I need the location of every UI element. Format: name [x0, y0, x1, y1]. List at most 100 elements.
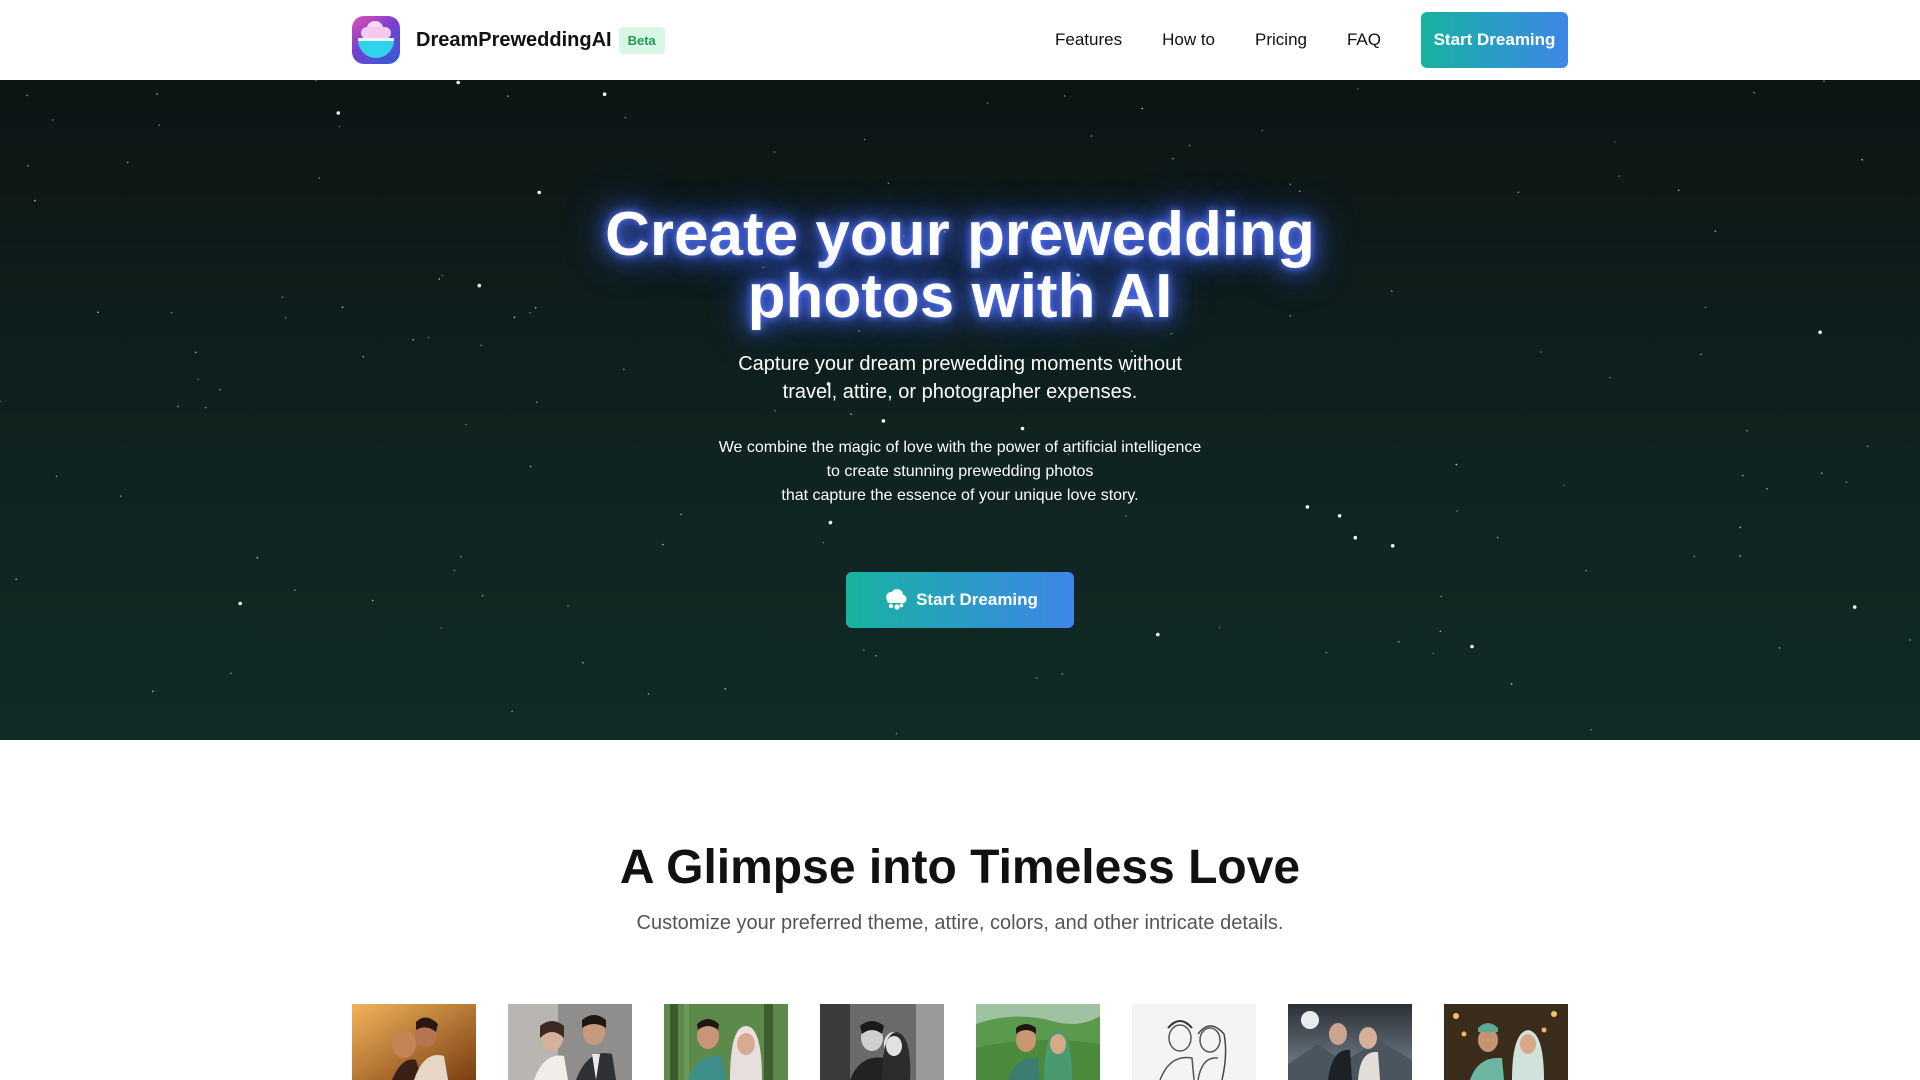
star — [1861, 158, 1863, 161]
star — [480, 344, 483, 347]
star — [1496, 536, 1499, 539]
star — [567, 605, 569, 607]
star — [1391, 290, 1393, 292]
star — [27, 165, 29, 167]
star — [441, 274, 444, 277]
star — [1618, 175, 1620, 177]
nav-link-pricing[interactable]: Pricing — [1255, 30, 1307, 50]
star — [1289, 183, 1291, 186]
star — [256, 557, 259, 559]
star — [1170, 332, 1173, 335]
hero-subtitle-line2: travel, attire, or photographer expenses… — [782, 381, 1138, 403]
star — [336, 111, 341, 115]
star — [281, 296, 284, 298]
moon-couple-photo[interactable] — [1288, 1004, 1412, 1080]
star — [881, 419, 886, 423]
star — [1125, 515, 1127, 517]
star — [318, 177, 321, 179]
star — [529, 465, 532, 468]
star — [1325, 651, 1328, 654]
sketch-couple-photo[interactable] — [1132, 1004, 1256, 1080]
star — [1261, 129, 1264, 132]
star — [1693, 555, 1696, 558]
bw-couple-photo[interactable] — [820, 1004, 944, 1080]
navbar-container: DreamPreweddingAI Beta Features How to P… — [352, 0, 1568, 80]
star — [1823, 80, 1825, 82]
star — [1585, 569, 1587, 572]
nav-link-how-to[interactable]: How to — [1162, 30, 1215, 50]
tea-field-couple-photo[interactable] — [976, 1004, 1100, 1080]
nav-link-features[interactable]: Features — [1055, 30, 1122, 50]
star — [529, 312, 531, 314]
star — [1852, 605, 1857, 609]
star — [1470, 644, 1474, 649]
star — [624, 116, 626, 119]
star — [822, 541, 825, 544]
brand-logo-icon[interactable] — [352, 16, 400, 64]
star — [582, 662, 584, 664]
star — [1510, 683, 1513, 685]
star — [1020, 426, 1025, 431]
star — [1714, 230, 1717, 232]
star — [158, 124, 160, 126]
star — [238, 601, 242, 606]
star — [850, 413, 852, 416]
hero-subtitle-line1: Capture your dream prewedding moments wi… — [738, 353, 1182, 375]
star — [34, 199, 36, 202]
star — [1063, 95, 1066, 97]
star — [177, 405, 179, 408]
star — [1188, 144, 1191, 147]
star — [338, 125, 341, 128]
star — [1563, 484, 1565, 487]
hero-subtitle: Capture your dream prewedding moments wi… — [660, 350, 1260, 406]
star — [724, 688, 727, 690]
star — [1455, 463, 1458, 466]
brand-name[interactable]: DreamPreweddingAI — [416, 29, 612, 52]
star — [623, 368, 625, 371]
star — [1397, 640, 1400, 643]
bridal-couple-photo[interactable] — [508, 1004, 632, 1080]
star — [1061, 673, 1064, 675]
star — [460, 556, 462, 558]
star — [1353, 535, 1358, 540]
star — [662, 543, 664, 546]
star — [1090, 135, 1093, 137]
star — [1172, 157, 1174, 160]
star — [534, 306, 537, 309]
star — [230, 672, 232, 675]
forest-couple-photo[interactable] — [664, 1004, 788, 1080]
star — [152, 690, 154, 693]
hero-start-dreaming-button[interactable]: Start Dreaming — [846, 572, 1074, 628]
star — [126, 161, 129, 164]
star — [1456, 510, 1458, 512]
star — [1866, 445, 1869, 448]
hero-desc-line2: to create stunning prewedding photos — [826, 463, 1094, 480]
star — [477, 283, 482, 288]
golden-couple-photo[interactable] — [352, 1004, 476, 1080]
nav-link-faq[interactable]: FAQ — [1347, 30, 1381, 50]
star — [294, 589, 296, 591]
star — [513, 316, 516, 318]
photo-gallery — [352, 1004, 1568, 1080]
star — [1218, 626, 1221, 629]
nav-start-dreaming-button[interactable]: Start Dreaming — [1421, 12, 1568, 68]
star — [1337, 514, 1342, 518]
star — [453, 569, 456, 572]
hero-description: We combine the magic of love with the po… — [620, 436, 1300, 508]
star — [507, 95, 509, 97]
star — [863, 138, 866, 141]
star — [412, 338, 414, 341]
star — [774, 410, 776, 412]
star — [1613, 141, 1616, 143]
star — [1677, 189, 1680, 192]
festive-couple-photo[interactable] — [1444, 1004, 1568, 1080]
star — [1590, 728, 1592, 731]
star — [647, 693, 650, 695]
hero-title-line1: Create your prewedding — [605, 200, 1315, 269]
star — [1753, 91, 1755, 94]
gallery-section-subtitle: Customize your preferred theme, attire, … — [636, 912, 1284, 934]
star — [887, 182, 890, 185]
star — [1609, 376, 1611, 379]
star — [828, 520, 833, 525]
beta-badge: Beta — [618, 26, 665, 54]
